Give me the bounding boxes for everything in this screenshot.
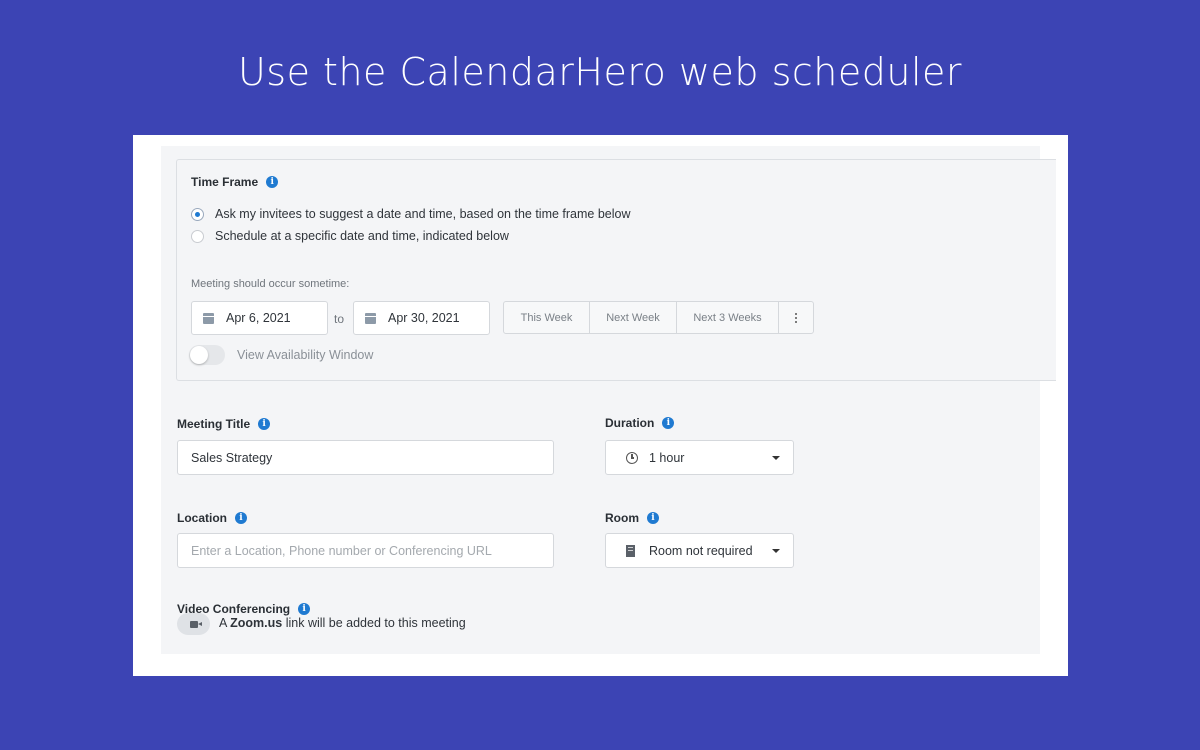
scheduler-card: Time Frame i Ask my invitees to suggest … xyxy=(133,135,1068,676)
radio-button[interactable] xyxy=(191,229,204,243)
range-separator: to xyxy=(334,312,345,326)
info-icon[interactable]: i xyxy=(266,176,279,188)
calendar-icon xyxy=(365,312,376,324)
room-value: Room not required xyxy=(649,543,753,558)
video-camera-icon xyxy=(189,620,202,628)
calendar-icon xyxy=(203,312,214,324)
location-header: Location i xyxy=(177,511,247,525)
meeting-title-header: Meeting Title i xyxy=(177,417,271,431)
duration-value: 1 hour xyxy=(649,450,685,465)
radio-option-label: Ask my invitees to suggest a date and ti… xyxy=(215,207,631,221)
video-text-prefix: A xyxy=(219,616,227,630)
meeting-title-label: Meeting Title xyxy=(177,417,251,431)
start-date-value: Apr 6, 2021 xyxy=(226,311,291,325)
duration-header: Duration i xyxy=(605,416,675,430)
video-conferencing-note: A Zoom.us link will be added to this mee… xyxy=(219,616,466,630)
chevron-down-icon xyxy=(772,456,780,460)
availability-toggle-row[interactable]: View Availability Window xyxy=(189,345,373,365)
room-header: Room i xyxy=(605,511,659,525)
info-icon[interactable]: i xyxy=(662,417,675,429)
info-icon[interactable]: i xyxy=(298,603,311,615)
room-select[interactable]: Room not required xyxy=(605,533,794,568)
radio-option-specific[interactable]: Schedule at a specific date and time, in… xyxy=(191,229,509,243)
time-frame-header: Time Frame i xyxy=(191,175,279,189)
quick-range-group: This Week Next Week Next 3 Weeks xyxy=(503,301,814,334)
video-text-suffix: link will be added to this meeting xyxy=(285,616,466,630)
location-input[interactable]: Enter a Location, Phone number or Confer… xyxy=(177,533,554,568)
radio-option-label: Schedule at a specific date and time, in… xyxy=(215,229,509,243)
radio-option-suggest[interactable]: Ask my invitees to suggest a date and ti… xyxy=(191,207,631,221)
room-label: Room xyxy=(605,511,639,525)
more-options-icon[interactable] xyxy=(779,302,813,333)
availability-toggle-label: View Availability Window xyxy=(237,348,374,362)
duration-label: Duration xyxy=(605,416,655,430)
meeting-title-input[interactable]: Sales Strategy xyxy=(177,440,554,475)
end-date-value: Apr 30, 2021 xyxy=(388,311,460,325)
video-provider: Zoom.us xyxy=(230,616,283,630)
video-toggle[interactable] xyxy=(177,613,210,635)
page-headline: Use the CalendarHero web scheduler xyxy=(237,50,963,94)
radio-button-checked[interactable] xyxy=(191,207,204,221)
time-frame-section: Time Frame i Ask my invitees to suggest … xyxy=(176,159,1056,381)
building-icon xyxy=(626,544,635,557)
info-icon[interactable]: i xyxy=(258,418,271,430)
next-week-button[interactable]: Next Week xyxy=(590,302,677,333)
info-icon[interactable]: i xyxy=(235,512,247,524)
end-date-field[interactable]: Apr 30, 2021 xyxy=(353,301,490,335)
clock-icon xyxy=(626,451,638,464)
info-icon[interactable]: i xyxy=(647,512,659,524)
availability-toggle[interactable] xyxy=(189,345,225,365)
range-label: Meeting should occur sometime: xyxy=(191,278,350,290)
duration-select[interactable]: 1 hour xyxy=(605,440,794,475)
this-week-button[interactable]: This Week xyxy=(504,302,590,333)
scheduler-panel: Time Frame i Ask my invitees to suggest … xyxy=(161,146,1056,654)
location-label: Location xyxy=(177,511,227,525)
next-3-weeks-button[interactable]: Next 3 Weeks xyxy=(677,302,779,333)
chevron-down-icon xyxy=(772,549,780,553)
start-date-field[interactable]: Apr 6, 2021 xyxy=(191,301,328,335)
time-frame-label: Time Frame xyxy=(191,175,259,189)
